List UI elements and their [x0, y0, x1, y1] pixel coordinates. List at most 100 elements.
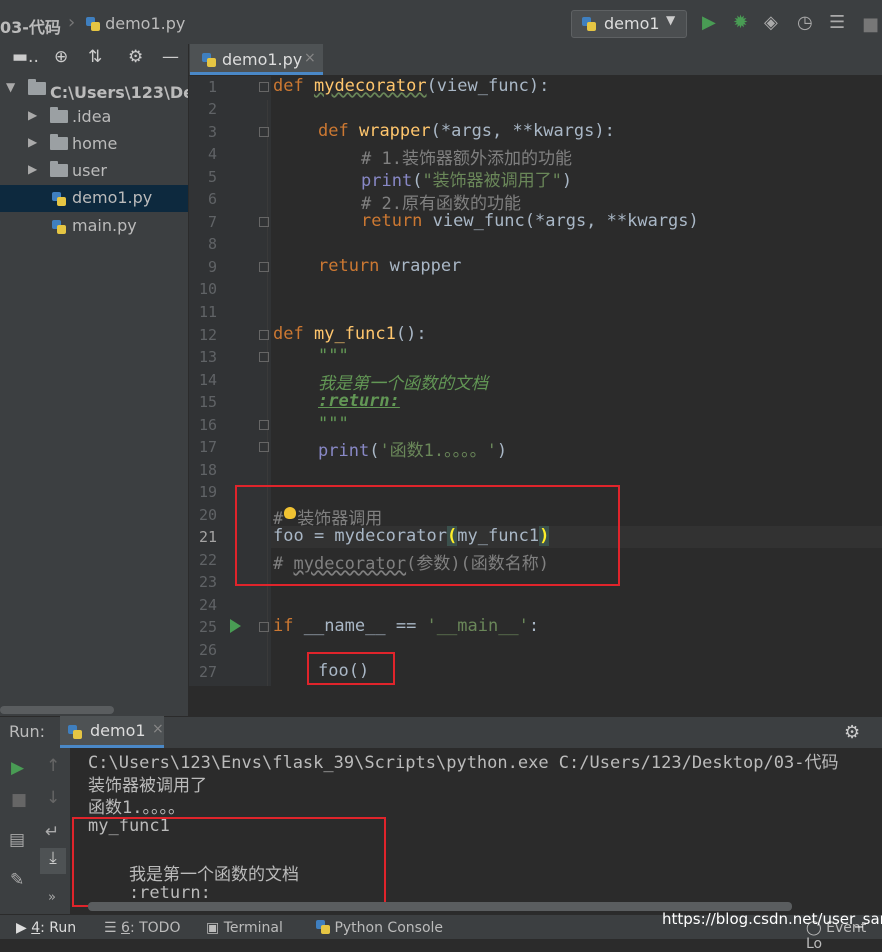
stop-icon[interactable]: ■ [11, 790, 27, 810]
folder-icon [50, 107, 68, 123]
folder-icon [50, 134, 68, 150]
chevron-right-icon: ▶ [28, 135, 38, 149]
arrow-up-icon[interactable]: ↑ [46, 756, 60, 776]
coverage-icon[interactable]: ◈ [764, 12, 778, 33]
stop-icon[interactable]: ■ [862, 14, 879, 35]
code-line-17: print('函数1.。。。。') [318, 436, 507, 461]
terminal-icon: ▣ [206, 920, 220, 936]
code-token: view_func(*args, **kwargs) [422, 211, 699, 231]
run-gutter-icon[interactable] [230, 619, 241, 633]
rerun-icon[interactable]: ▶ [11, 758, 24, 778]
line-number: 3 [207, 123, 217, 141]
code-line-13: """ [318, 346, 349, 366]
locate-icon[interactable]: ⊕ [54, 47, 68, 67]
run-tool-number: 4 [31, 920, 41, 936]
tab-run-demo1[interactable]: demo1 × [60, 716, 164, 748]
fold-marker[interactable] [259, 262, 269, 272]
run-configuration-select[interactable]: demo1 ▼ [571, 10, 687, 38]
close-icon[interactable]: × [152, 721, 164, 737]
tree-item-demo1[interactable]: demo1.py [0, 185, 188, 212]
tree-item-home[interactable]: ▶ home [0, 131, 188, 158]
code-token: mydecorator [313, 76, 427, 96]
highlight-box-console-output [72, 817, 386, 907]
profile-icon[interactable]: ◷ [797, 12, 813, 33]
line-number: 7 [207, 213, 217, 231]
fold-marker[interactable] [259, 330, 269, 340]
tree-item-main[interactable]: main.py [0, 213, 188, 240]
code-token: def [273, 76, 304, 96]
sidebar-scrollbar[interactable] [0, 706, 114, 714]
line-number: 15 [198, 393, 217, 411]
project-view-icon[interactable]: ▬.. [12, 47, 39, 67]
python-icon [316, 920, 330, 934]
code-token: (*args, **kwargs): [430, 121, 615, 141]
tree-item-label: main.py [72, 216, 137, 235]
tree-item-idea[interactable]: ▶ .idea [0, 104, 188, 131]
collapse-all-icon[interactable]: ⇅ [88, 47, 102, 67]
code-token: print [318, 441, 370, 461]
run-tab-label: demo1 [90, 721, 146, 740]
fold-marker[interactable] [259, 442, 269, 452]
concurrency-icon[interactable]: ☰ [829, 12, 845, 33]
breadcrumb-project[interactable]: 03-代码 [0, 14, 61, 38]
line-number: 25 [198, 618, 217, 636]
highlight-box-decorator-call [235, 485, 620, 586]
line-number: 27 [198, 663, 217, 681]
tab-label: demo1.py [222, 50, 303, 69]
terminal-tool-button[interactable]: ▣ Terminal [206, 920, 283, 936]
fold-marker[interactable] [259, 127, 269, 137]
tree-item-label: user [72, 161, 107, 180]
todo-tool-button[interactable]: ☰ 6: TODO [104, 920, 180, 936]
gear-icon[interactable]: ⚙ [128, 47, 143, 67]
line-number: 9 [207, 258, 217, 276]
highlight-box-foo-call [307, 652, 395, 685]
console-line: C:\Users\123\Envs\flask_39\Scripts\pytho… [88, 753, 839, 773]
pin-icon[interactable]: ✎ [10, 870, 24, 890]
python-console-label: Python Console [334, 920, 444, 936]
arrow-down-icon[interactable]: ↓ [46, 788, 60, 808]
code-line-1: def mydecorator(view_func): [273, 76, 549, 96]
fold-marker[interactable] [259, 352, 269, 362]
fold-marker[interactable] [259, 622, 269, 632]
indent-guide [267, 100, 268, 686]
run-panel-label: Run: [9, 722, 46, 741]
soft-wrap-icon[interactable]: ↵ [45, 822, 59, 842]
line-number: 21 [198, 528, 217, 546]
project-root-label: C:\Users\123\Desktop\03-代码 [50, 83, 188, 102]
scroll-to-end-icon[interactable]: ⤓ [40, 848, 66, 874]
code-token: "装饰器被调用了" [422, 171, 562, 191]
console-line: 函数1.。。。。 [88, 798, 185, 818]
todo-tool-label: : TODO [129, 920, 181, 936]
fold-marker[interactable] [259, 217, 269, 227]
project-root[interactable]: ▼ C:\Users\123\Desktop\03-代码 [0, 76, 188, 103]
breadcrumb-file-label: demo1.py [105, 14, 186, 33]
layout-icon[interactable]: ▤ [9, 830, 25, 850]
code-line-9: return wrapper [318, 256, 461, 276]
close-icon[interactable]: × [304, 50, 316, 66]
line-number: 11 [198, 303, 217, 321]
line-number: 8 [207, 235, 217, 253]
line-number: 17 [198, 438, 217, 456]
code-token: print [361, 171, 413, 191]
more-icon[interactable]: » [48, 890, 56, 905]
code-line-12: def my_func1(): [273, 324, 427, 344]
code-line-3: def wrapper(*args, **kwargs): [318, 121, 615, 141]
line-number: 6 [207, 190, 217, 208]
code-line-5: print("装饰器被调用了") [361, 166, 572, 191]
code-token: def [273, 324, 304, 344]
gear-icon[interactable]: ⚙ [844, 722, 860, 743]
folder-icon [28, 79, 46, 95]
tab-demo1[interactable]: demo1.py × [190, 44, 323, 75]
python-console-button[interactable]: Python Console [316, 920, 443, 936]
fold-marker[interactable] [259, 82, 269, 92]
tree-item-user[interactable]: ▶ user [0, 158, 188, 185]
run-tool-button[interactable]: ▶ 4: Run [16, 920, 76, 936]
breadcrumb-file[interactable]: demo1.py [86, 14, 185, 33]
line-number: 23 [198, 573, 217, 591]
hide-icon[interactable]: — [162, 47, 179, 67]
tree-item-label: home [72, 134, 118, 153]
debug-icon[interactable]: ✹ [733, 12, 748, 33]
fold-marker[interactable] [259, 420, 269, 430]
run-icon[interactable]: ▶ [702, 12, 716, 33]
code-line-16: """ [318, 414, 349, 434]
